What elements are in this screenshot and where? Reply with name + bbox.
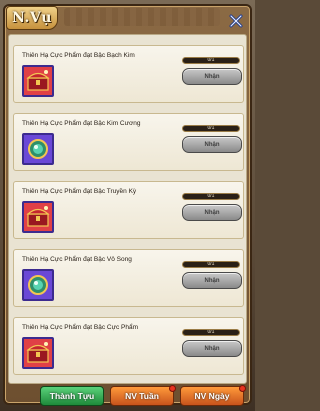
purple-orb-icon[interactable]: [22, 133, 54, 165]
quest-title: Thiên Hạ Cực Phẩm đạt Bậc Kim Cương: [22, 120, 141, 127]
red-treasure-chest-icon[interactable]: [22, 337, 54, 369]
quest-progress-text: 0/1: [207, 125, 215, 131]
tab-achievements[interactable]: Thành Tựu: [40, 386, 104, 406]
purple-orb-icon[interactable]: [22, 269, 54, 301]
quest-progress-text: 0/1: [207, 329, 215, 335]
quest-card: Thiên Hạ Cực Phẩm đạt Bậc Bạch Kim 0/1 N…: [13, 45, 244, 103]
quest-progress-text: 0/1: [207, 261, 215, 267]
purple-orb-icon: [24, 135, 52, 163]
red-treasure-chest-icon[interactable]: [22, 65, 54, 97]
red-treasure-chest-icon: [24, 67, 52, 95]
tab-label: NV Tuần: [125, 391, 159, 401]
quest-progress-text: 0/1: [207, 57, 215, 63]
close-button[interactable]: [225, 10, 247, 32]
claim-button-label: Nhận: [204, 345, 220, 352]
claim-button[interactable]: Nhận: [182, 204, 242, 221]
claim-button[interactable]: Nhận: [182, 340, 242, 357]
bottom-tab-bar: Thành Tựu NV Tuần NV Ngày: [0, 384, 255, 411]
claim-button[interactable]: Nhận: [182, 68, 242, 85]
claim-button-label: Nhận: [204, 209, 220, 216]
window-title: N.Vụ: [12, 10, 52, 26]
quest-title: Thiên Hạ Cực Phẩm đạt Bậc Vô Song: [22, 256, 132, 263]
quest-title: Thiên Hạ Cực Phẩm đạt Bậc Cực Phẩm: [22, 324, 138, 331]
tab-label: NV Ngày: [194, 391, 230, 401]
quest-title: Thiên Hạ Cực Phẩm đạt Bậc Truyền Kỳ: [22, 188, 137, 195]
claim-button-label: Nhận: [204, 141, 220, 148]
quest-card: Thiên Hạ Cực Phẩm đạt Bậc Kim Cương 0/1 …: [13, 113, 244, 171]
tab-weekly-quests[interactable]: NV Tuần: [110, 385, 176, 406]
quest-progress-bar: 0/1: [182, 125, 240, 132]
close-icon: [229, 14, 243, 28]
purple-orb-icon: [24, 271, 52, 299]
quest-progress-bar: 0/1: [182, 57, 240, 64]
claim-button[interactable]: Nhận: [182, 272, 242, 289]
notification-badge: [239, 385, 246, 392]
claim-button[interactable]: Nhận: [182, 136, 242, 153]
title-banner: N.Vụ: [6, 6, 58, 30]
claim-button-label: Nhận: [204, 73, 220, 80]
notification-badge: [169, 385, 176, 392]
quest-progress-text: 0/1: [207, 193, 215, 199]
quest-title: Thiên Hạ Cực Phẩm đạt Bậc Bạch Kim: [22, 52, 135, 59]
quest-card: Thiên Hạ Cực Phẩm đạt Bậc Vô Song 0/1 Nh…: [13, 249, 244, 307]
claim-button-label: Nhận: [204, 277, 220, 284]
red-treasure-chest-icon: [24, 339, 52, 367]
red-treasure-chest-icon[interactable]: [22, 201, 54, 233]
header-ornament: [64, 8, 220, 26]
quest-card: Thiên Hạ Cực Phẩm đạt Bậc Cực Phẩm 0/1 N…: [13, 317, 244, 375]
quest-progress-bar: 0/1: [182, 329, 240, 336]
tab-daily-quests[interactable]: NV Ngày: [180, 385, 246, 406]
quest-progress-bar: 0/1: [182, 193, 240, 200]
quest-progress-bar: 0/1: [182, 261, 240, 268]
tab-label: Thành Tựu: [49, 391, 95, 401]
quest-list[interactable]: Thiên Hạ Cực Phẩm đạt Bậc Bạch Kim 0/1 N…: [8, 34, 247, 384]
red-treasure-chest-icon: [24, 203, 52, 231]
quest-card: Thiên Hạ Cực Phẩm đạt Bậc Truyền Kỳ 0/1 …: [13, 181, 244, 239]
